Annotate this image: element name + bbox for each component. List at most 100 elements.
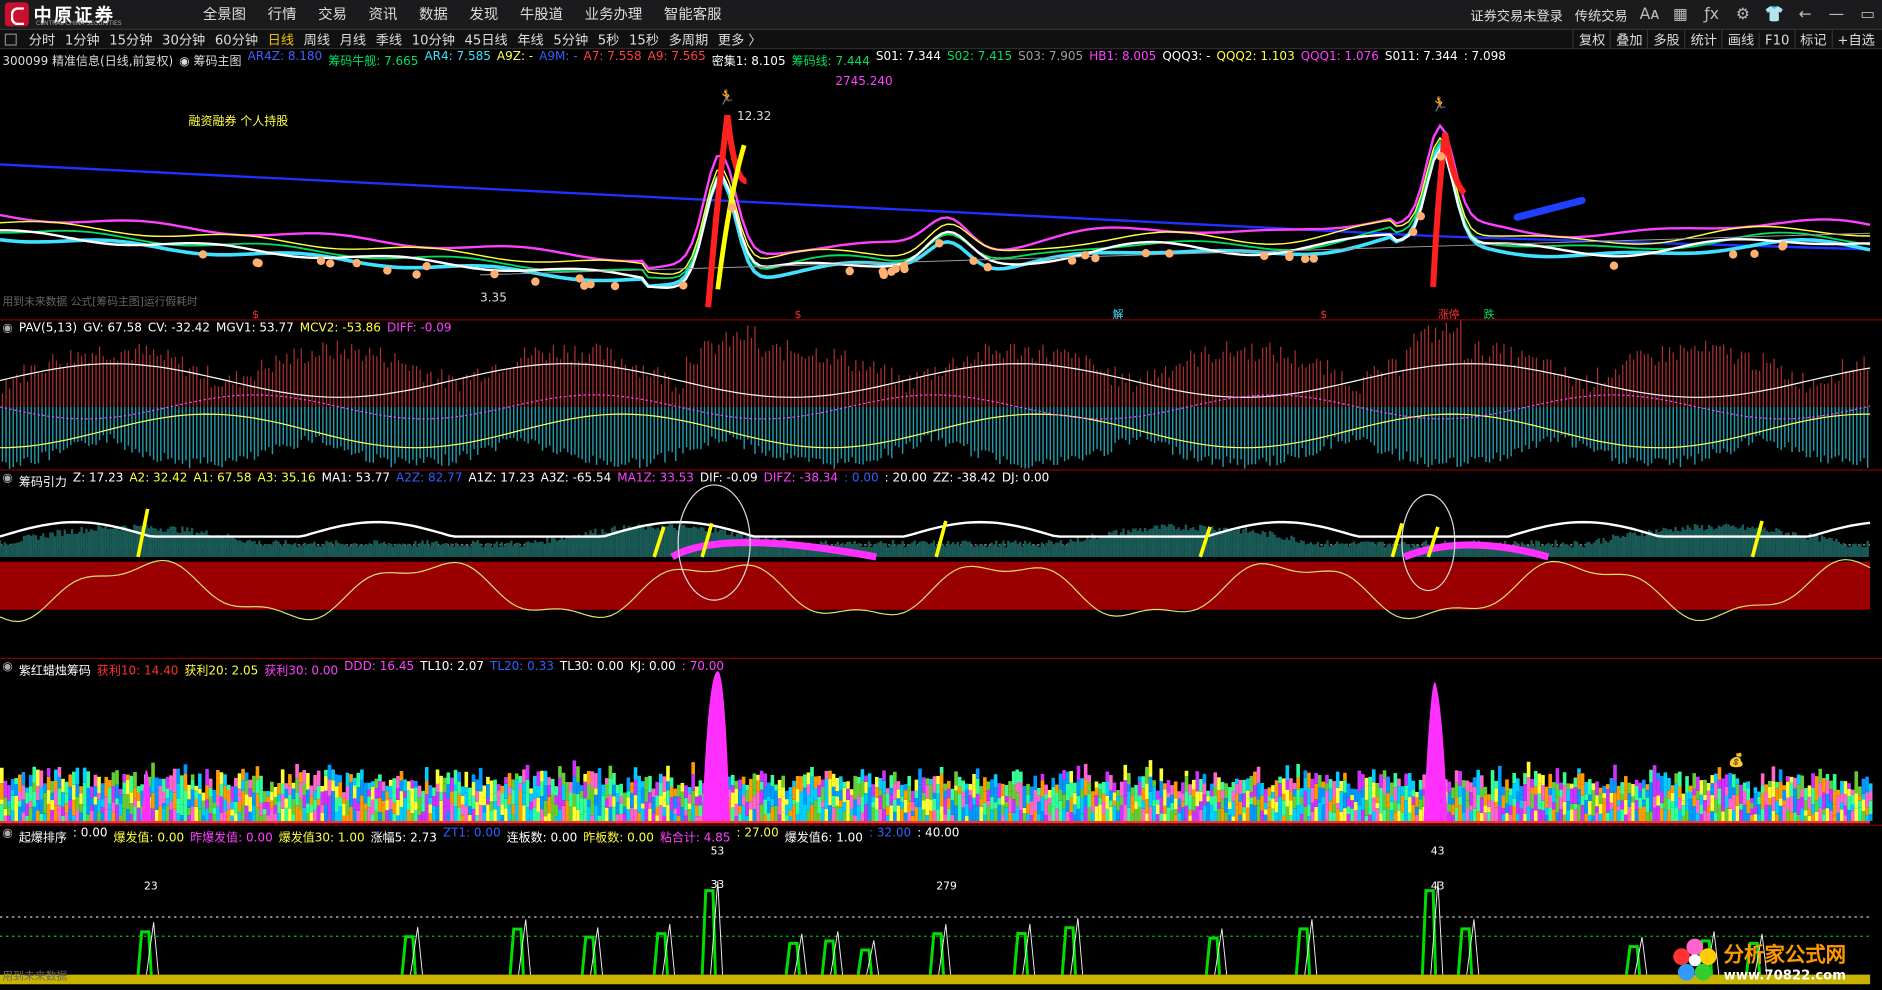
menu-item-2[interactable]: 交易 xyxy=(307,0,357,30)
purple-stack-bar xyxy=(1494,788,1498,802)
purple-stack-bar xyxy=(507,794,512,805)
period-tab-8[interactable]: 季线 xyxy=(371,30,407,49)
tool-5[interactable]: F10 xyxy=(1758,31,1794,48)
login-status[interactable]: 证券交易未登录 xyxy=(1470,5,1562,24)
purple-stack-bar xyxy=(1825,794,1830,809)
period-tab-12[interactable]: 5分钟 xyxy=(549,30,593,49)
purple-spike-2 xyxy=(1423,682,1448,822)
panel-toggle-icon[interactable]: ◉ xyxy=(2,322,12,335)
burst-panel[interactable]: ◉ 起爆排序: 0.00 爆发值: 0.00 昨爆发值: 0.00 爆发值30: 1.0… xyxy=(0,824,1882,990)
purple-stack-bar xyxy=(529,793,533,802)
purple-stack-bar xyxy=(1148,776,1153,792)
menu-item-4[interactable]: 数据 xyxy=(408,0,458,30)
purple-stack-bar xyxy=(1253,771,1257,786)
purple-stack-bar xyxy=(259,802,263,816)
chip-gravity-panel[interactable]: ◉ 筹码引力 Z: 17.23 A2: 32.42 A1: 67.58 A3: 35.16… xyxy=(0,469,1882,657)
period-tab-1[interactable]: 1分钟 xyxy=(60,30,104,49)
purple-stack-bar xyxy=(1321,797,1326,805)
purple-stack-bar xyxy=(21,799,26,813)
purple-stack-bar xyxy=(1109,790,1113,801)
pav-canvas[interactable] xyxy=(0,320,1882,471)
panel-toggle-icon[interactable]: ◉ xyxy=(2,472,12,490)
purple-stack-bar xyxy=(1519,800,1524,809)
purple-stack-bar xyxy=(154,809,159,822)
purple-stack-bar xyxy=(525,793,530,808)
purple-stack-bar xyxy=(212,789,217,803)
chip-gravity-canvas[interactable] xyxy=(0,471,1882,659)
purple-stack-bar xyxy=(1137,781,1142,796)
purple-stack-bar xyxy=(352,777,357,786)
tool-6[interactable]: 标记 xyxy=(1794,30,1831,50)
burst-canvas[interactable]: 235333 2794343用到未来数据 xyxy=(0,826,1882,990)
tool-0[interactable]: 复权 xyxy=(1572,30,1610,50)
purple-stack-bar xyxy=(590,815,595,822)
purple-stack-bar xyxy=(547,796,551,814)
period-tab-10[interactable]: 45日线 xyxy=(460,30,513,49)
trade-mode[interactable]: 传统交易 xyxy=(1575,5,1628,24)
purple-stack-bar xyxy=(1577,789,1581,805)
tool-4[interactable]: 画线 xyxy=(1721,30,1759,50)
menu-item-7[interactable]: 业务办理 xyxy=(574,0,653,30)
indicator-name[interactable]: ◉ 筹码主图 xyxy=(179,50,241,68)
tool-3[interactable]: 统计 xyxy=(1684,30,1722,50)
purple-stack-bar xyxy=(1105,795,1110,809)
menu-item-6[interactable]: 牛股道 xyxy=(509,0,574,30)
purple-candle-panel[interactable]: ◉ 紫红蜡烛筹码 获利10: 14.40 获利20: 2.05 获利30: 0.00 DD… xyxy=(0,657,1882,826)
tool-1[interactable]: 叠加 xyxy=(1610,30,1647,50)
main-chart-panel[interactable]: 300099 精准信息(日线,前复权) ◉ 筹码主图 AR4Z: 8.180 筹码… xyxy=(0,49,1882,320)
formula-icon[interactable]: ƒx xyxy=(1702,6,1721,24)
purple-stack-bar xyxy=(1832,790,1837,805)
menu-item-8[interactable]: 智能客服 xyxy=(653,0,732,30)
panel-toggle-icon[interactable]: ◉ xyxy=(2,660,12,678)
purple-stack-bar xyxy=(1642,779,1646,789)
restore-icon[interactable]: ▭ xyxy=(1858,6,1877,24)
panel-toggle-icon[interactable]: ◉ xyxy=(2,827,12,845)
period-tab-9[interactable]: 10分钟 xyxy=(407,30,460,49)
tool-2[interactable]: 多股 xyxy=(1647,30,1684,50)
indicator-value-0: AR4Z: 8.180 xyxy=(247,50,323,64)
purple-stack-bar xyxy=(875,809,879,822)
period-tab-15[interactable]: 多周期 xyxy=(664,30,713,49)
period-tab-6[interactable]: 周线 xyxy=(299,30,335,49)
menu-item-0[interactable]: 全景图 xyxy=(192,0,257,30)
period-tab-16[interactable]: 更多 〉 xyxy=(713,30,766,49)
menu-item-1[interactable]: 行情 xyxy=(257,0,307,30)
period-tab-11[interactable]: 年线 xyxy=(513,30,549,49)
period-tab-0[interactable]: 分时 xyxy=(24,30,60,49)
purple-stack-bar xyxy=(824,770,829,779)
period-tab-4[interactable]: 60分钟 xyxy=(210,30,263,49)
purple-stack-bar xyxy=(378,812,382,822)
purple-stack-bar xyxy=(1868,783,1873,791)
pav-panel[interactable]: ◉ PAV(5,13) GV: 67.58 CV: -32.42 MGV1: 53.77… xyxy=(0,319,1882,470)
sidebar-toggle-icon[interactable] xyxy=(4,33,17,46)
period-tab-14[interactable]: 15秒 xyxy=(624,30,664,49)
menu-item-3[interactable]: 资讯 xyxy=(358,0,408,30)
grid-icon[interactable]: ▦ xyxy=(1671,6,1690,24)
purple-stack-bar xyxy=(777,814,782,822)
purple-stack-bar xyxy=(25,792,29,804)
skin-icon[interactable]: 👕 xyxy=(1764,6,1783,24)
main-chart-canvas[interactable]: 2745.240融资融券 个人持股用到未来数据 公式[筹码主图]运行假耗时12.… xyxy=(0,49,1882,320)
period-tab-5[interactable]: 日线 xyxy=(263,30,299,49)
purple-stack-bar xyxy=(1685,776,1689,793)
purple-stack-bar xyxy=(1091,811,1095,822)
purple-stack-bar xyxy=(655,795,659,807)
purple-stack-bar xyxy=(1501,808,1506,815)
period-tab-7[interactable]: 月线 xyxy=(335,30,371,49)
purple-stack-bar xyxy=(1296,805,1300,822)
menu-item-5[interactable]: 发现 xyxy=(459,0,509,30)
back-icon[interactable]: ← xyxy=(1796,6,1815,24)
period-tab-2[interactable]: 15分钟 xyxy=(104,30,157,49)
tool-7[interactable]: +自选 xyxy=(1831,30,1879,50)
purple-stack-bar xyxy=(428,797,433,805)
purple-candle-canvas[interactable]: 💰 xyxy=(0,659,1882,826)
period-tab-3[interactable]: 30分钟 xyxy=(157,30,210,49)
font-size-icon[interactable]: Aᴀ xyxy=(1640,6,1660,24)
settings-icon[interactable]: ⚙ xyxy=(1733,6,1752,24)
minimize-icon[interactable]: — xyxy=(1827,6,1846,24)
purple-stack-bar xyxy=(1548,788,1552,795)
period-tab-13[interactable]: 5秒 xyxy=(593,30,624,49)
purple-stack-bar xyxy=(403,791,407,798)
indicator-value-6: TL20: 0.33 xyxy=(490,660,554,674)
purple-stack-bar xyxy=(1357,805,1362,822)
